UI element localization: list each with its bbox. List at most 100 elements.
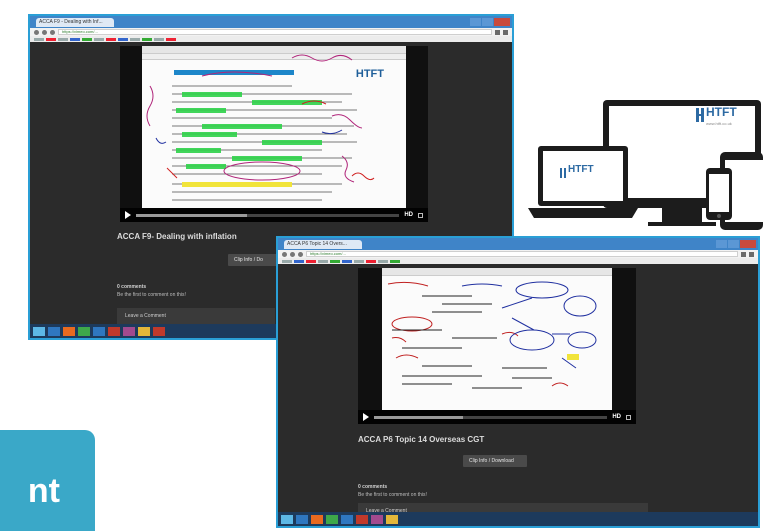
bookmark-item[interactable]: [390, 259, 400, 263]
taskbar-app-icon[interactable]: [108, 326, 120, 336]
window-controls: [716, 240, 758, 248]
taskbar-app-icon[interactable]: [356, 514, 368, 524]
browser-tab[interactable]: ACCA F9 - Dealing with Inf...: [36, 17, 114, 27]
taskbar-app-icon[interactable]: [326, 514, 338, 524]
address-bar: https://vimeo.com/...: [278, 250, 758, 258]
taskbar-app-icon[interactable]: [371, 514, 383, 524]
start-icon[interactable]: [33, 326, 45, 336]
extension-icon[interactable]: [749, 251, 754, 257]
taskbar-app-icon[interactable]: [63, 326, 75, 336]
maximize-icon[interactable]: [728, 240, 739, 248]
url-field[interactable]: https://vimeo.com/...: [58, 29, 492, 35]
browser-tabbar: ACCA F9 - Dealing with Inf...: [30, 16, 512, 28]
bookmark-item[interactable]: [70, 37, 80, 41]
taskbar-app-icon[interactable]: [48, 326, 60, 336]
taskbar-app-icon[interactable]: [93, 326, 105, 336]
screenshot-p6-overseas-cgt[interactable]: ACCA P6 Topic 14 Overs... https://vimeo.…: [276, 236, 760, 528]
bookmark-item[interactable]: [34, 37, 44, 41]
bookmarks-bar: [30, 36, 512, 42]
fullscreen-icon[interactable]: [626, 414, 631, 420]
comments-hint: Be the first to comment on this!: [358, 492, 427, 498]
monitor-logo: HTFT: [706, 105, 737, 119]
video-controls: HD: [120, 208, 428, 222]
bookmark-item[interactable]: [330, 259, 340, 263]
video-title: ACCA P6 Topic 14 Overseas CGT: [358, 435, 485, 444]
url-field[interactable]: https://vimeo.com/...: [306, 251, 738, 257]
taskbar-app-icon[interactable]: [123, 326, 135, 336]
bookmark-item[interactable]: [154, 37, 164, 41]
taskbar-app-icon[interactable]: [386, 514, 398, 524]
handwritten-mindmap: [387, 281, 597, 389]
bookmark-item[interactable]: [58, 37, 68, 41]
hd-badge[interactable]: HD: [404, 212, 413, 218]
back-icon[interactable]: [282, 251, 287, 257]
hd-badge[interactable]: HD: [612, 414, 621, 420]
bookmark-item[interactable]: [294, 259, 304, 263]
video-title: ACCA F9- Dealing with inflation: [117, 232, 237, 241]
bookmark-item[interactable]: [282, 259, 292, 263]
bookmark-item[interactable]: [342, 259, 352, 263]
clip-download-button[interactable]: Clip Info / Download: [463, 455, 527, 467]
close-icon[interactable]: [740, 240, 756, 248]
taskbar-app-icon[interactable]: [78, 326, 90, 336]
comments-hint: Be the first to comment on this!: [117, 292, 186, 298]
maximize-icon[interactable]: [482, 18, 493, 26]
forward-icon[interactable]: [290, 251, 295, 257]
back-icon[interactable]: [34, 29, 39, 35]
bookmark-item[interactable]: [354, 259, 364, 263]
lecture-whiteboard: [382, 268, 612, 410]
bookmark-item[interactable]: [82, 37, 92, 41]
comments-section: 0 comments Be the first to comment on th…: [117, 284, 186, 298]
bookmark-item[interactable]: [366, 259, 376, 263]
progress-bar[interactable]: [374, 415, 608, 419]
play-icon[interactable]: [125, 211, 131, 219]
reload-icon[interactable]: [298, 251, 303, 257]
logo-tagline: www.htft.co.uk: [706, 121, 732, 126]
progress-fill: [374, 415, 463, 419]
promo-text: nt: [27, 472, 60, 510]
progress-fill: [136, 213, 247, 217]
extension-icon[interactable]: [503, 29, 508, 35]
taskbar-app-icon[interactable]: [138, 326, 150, 336]
reload-icon[interactable]: [50, 29, 55, 35]
fullscreen-icon[interactable]: [418, 212, 423, 218]
browser-tab[interactable]: ACCA P6 Topic 14 Overs...: [284, 239, 362, 249]
devices-illustration: HTFT HTFT www.htft.co.uk: [520, 88, 763, 236]
minimize-icon[interactable]: [716, 240, 727, 248]
video-controls: HD: [358, 410, 636, 424]
bookmark-item[interactable]: [318, 259, 328, 263]
annotated-notes: [146, 54, 375, 201]
browser-tabbar: ACCA P6 Topic 14 Overs...: [278, 238, 758, 250]
bookmark-item[interactable]: [306, 259, 316, 263]
minimize-icon[interactable]: [470, 18, 481, 26]
clip-info-button[interactable]: Clip Info / Do: [228, 254, 278, 266]
close-icon[interactable]: [494, 18, 510, 26]
window-controls: [470, 18, 512, 26]
bookmark-item[interactable]: [106, 37, 116, 41]
lecture-slide: HTFT: [142, 46, 406, 208]
comments-count: 0 comments: [117, 284, 147, 290]
bookmark-item[interactable]: [166, 37, 176, 41]
bookmark-item[interactable]: [46, 37, 56, 41]
bookmark-item[interactable]: [130, 37, 140, 41]
video-player[interactable]: HTFT HD: [120, 46, 428, 222]
leave-comment-bar[interactable]: Leave a Comment: [117, 308, 275, 324]
bookmark-item[interactable]: [118, 37, 128, 41]
taskbar-app-icon[interactable]: [341, 514, 353, 524]
laptop-logo: HTFT: [568, 164, 594, 175]
comments-section: 0 comments Be the first to comment on th…: [358, 484, 427, 498]
bookmark-star-icon[interactable]: [495, 29, 500, 35]
bookmark-item[interactable]: [378, 259, 388, 263]
forward-icon[interactable]: [42, 29, 47, 35]
taskbar-app-icon[interactable]: [311, 514, 323, 524]
video-player[interactable]: HD: [358, 268, 636, 424]
bookmark-item[interactable]: [142, 37, 152, 41]
bookmark-item[interactable]: [94, 37, 104, 41]
progress-bar[interactable]: [136, 213, 400, 217]
bookmark-star-icon[interactable]: [741, 251, 746, 257]
start-icon[interactable]: [281, 514, 293, 524]
taskbar-app-icon[interactable]: [296, 514, 308, 524]
taskbar-app-icon[interactable]: [153, 326, 165, 336]
play-icon[interactable]: [363, 413, 369, 421]
taskbar: [278, 512, 758, 526]
